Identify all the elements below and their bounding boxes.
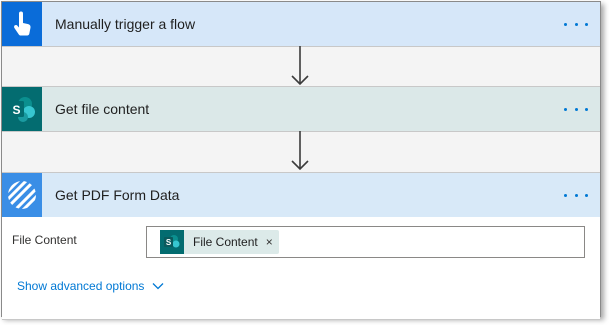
sharepoint-icon: S [2,87,42,131]
token-remove-icon[interactable]: × [266,235,273,249]
get-file-content-card-header[interactable]: S Get file content [2,87,600,131]
dot-icon [574,193,578,197]
get-pdf-form-data-more-options-button[interactable] [564,185,588,205]
show-advanced-options-label: Show advanced options [17,279,145,293]
get-pdf-form-data-card-title: Get PDF Form Data [55,187,180,203]
get-pdf-form-data-card-header[interactable]: Get PDF Form Data [2,173,600,217]
show-advanced-options-link[interactable]: Show advanced options [17,279,164,293]
file-content-label: File Content [12,233,77,247]
trigger-card[interactable]: Manually trigger a flow [2,2,600,47]
dot-icon [585,193,588,197]
dot-icon [585,107,588,111]
flow-designer-canvas: Manually trigger a flow S Get file conte… [1,1,601,320]
trigger-card-title: Manually trigger a flow [55,16,196,32]
connector-arrow-icon [291,46,309,86]
chevron-down-icon [152,283,164,290]
dot-icon [574,107,578,111]
encodian-stripes-icon [2,173,42,217]
touch-trigger-icon [2,2,42,46]
trigger-more-options-button[interactable] [564,14,588,34]
get-file-content-card-title: Get file content [55,101,150,117]
get-pdf-form-data-body: File Content S File Content × Show advan… [2,217,600,319]
get-pdf-form-data-card: Get PDF Form Data File Content S File Co… [2,172,600,320]
dot-icon [585,22,588,26]
get-file-content-card[interactable]: S Get file content [2,86,600,132]
dot-icon [574,22,578,26]
sharepoint-icon: S [160,230,184,254]
get-file-content-more-options-button[interactable] [564,99,588,119]
file-content-token[interactable]: S File Content × [160,230,279,254]
svg-text:S: S [12,103,20,117]
connector-arrow-icon [291,131,309,171]
dot-icon [564,107,567,111]
file-content-input[interactable]: S File Content × [146,226,585,258]
trigger-card-header[interactable]: Manually trigger a flow [2,2,600,46]
dot-icon [564,193,567,197]
svg-text:S: S [166,238,172,247]
dot-icon [564,22,567,26]
token-label: File Content [193,235,258,249]
